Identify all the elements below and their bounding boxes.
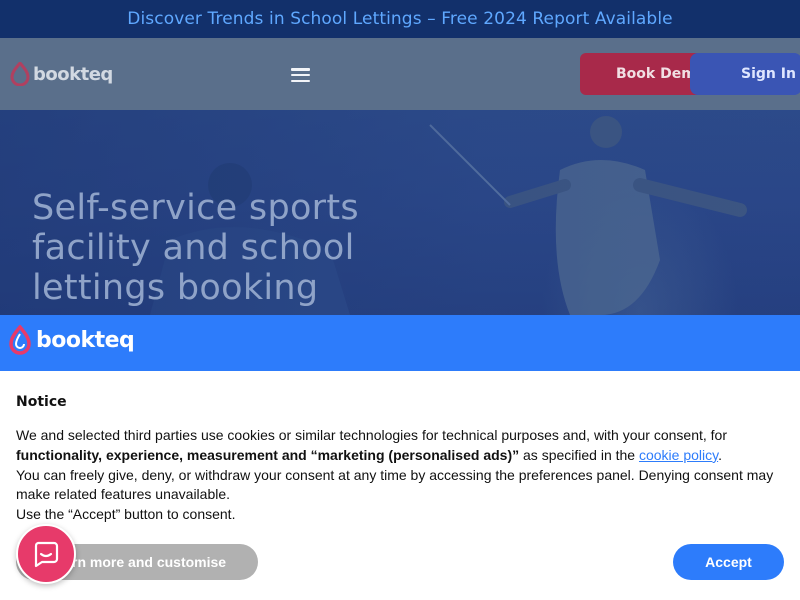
- notice-text-part3: .: [718, 446, 722, 463]
- site-header: bookteq Book Demo Sign In: [0, 38, 800, 110]
- header-logo[interactable]: bookteq: [10, 62, 113, 86]
- chat-widget-button[interactable]: [16, 524, 76, 584]
- hamburger-menu-icon[interactable]: [291, 68, 310, 82]
- hero-banner: Self-service sports facility and school …: [0, 110, 800, 315]
- chat-bubble-icon: [34, 541, 59, 568]
- notice-text-line3: Use the “Accept” button to consent.: [16, 506, 236, 523]
- notice-text-part2: as specified in the: [519, 446, 639, 463]
- notice-text-line2: You can freely give, deny, or withdraw y…: [16, 466, 774, 503]
- announcement-bar[interactable]: Discover Trends in School Lettings – Fre…: [0, 0, 800, 38]
- accept-button[interactable]: Accept: [673, 544, 784, 580]
- hero-title: Self-service sports facility and school …: [32, 188, 359, 308]
- notice-title: Notice: [16, 394, 67, 410]
- bookteq-drop-icon: [9, 325, 31, 355]
- cookie-banner-logo: bookteq: [8, 325, 135, 355]
- cookie-banner-header: bookteq: [0, 315, 800, 371]
- header-logo-text: bookteq: [33, 63, 113, 85]
- cookie-policy-link[interactable]: cookie policy: [639, 447, 718, 463]
- notice-text: We and selected third parties use cookie…: [16, 426, 786, 525]
- notice-text-part1: We and selected third parties use cookie…: [16, 427, 727, 443]
- cookie-notice-panel: Notice We and selected third parties use…: [0, 371, 800, 600]
- notice-text-bold: functionality, experience, measurement a…: [16, 446, 520, 463]
- sign-in-button[interactable]: Sign In: [690, 53, 800, 95]
- announcement-text[interactable]: Discover Trends in School Lettings – Fre…: [127, 9, 672, 29]
- cookie-banner-logo-text: bookteq: [36, 327, 135, 353]
- bookteq-drop-icon: [10, 62, 30, 86]
